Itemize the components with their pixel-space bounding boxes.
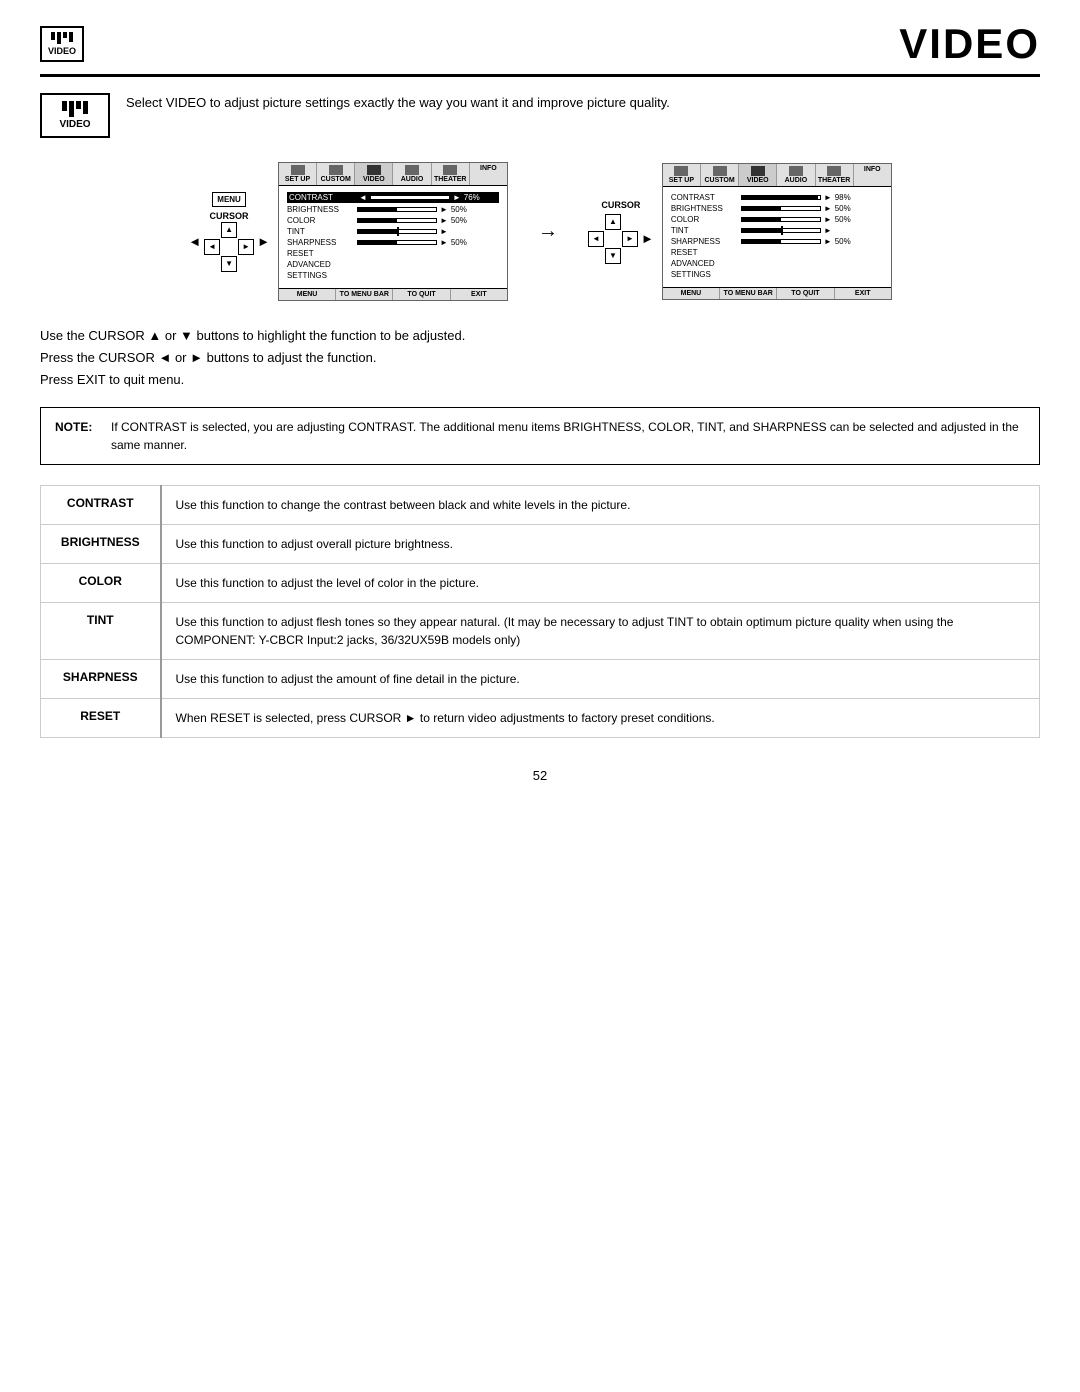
screen2-brightness-row: BRIGHTNESS ► 50% (671, 204, 883, 213)
screen2-settings-row: SETTINGS (671, 270, 883, 279)
cursor-label-left: CURSOR (210, 211, 249, 221)
fn-desc-sharpness: Use this function to adjust the amount o… (161, 660, 1040, 699)
fn-name-reset: RESET (41, 699, 161, 738)
tab-setup-2: SET UP (663, 164, 701, 186)
header: VIDEO VIDEO (40, 20, 1040, 77)
screen1-footer-menu: MENU (279, 289, 336, 300)
intro-text: Select VIDEO to adjust picture settings … (126, 93, 1040, 113)
note-box: NOTE: If CONTRAST is selected, you are a… (40, 407, 1040, 465)
screen1-color-row: COLOR ► 50% (287, 216, 499, 225)
screen2-color-row: COLOR ► 50% (671, 215, 883, 224)
fn-name-sharpness: SHARPNESS (41, 660, 161, 699)
screen1-body: CONTRAST ◄ ► 76% BRIGHTNESS ► 50% (279, 186, 507, 288)
cursor-down-right[interactable]: ▼ (605, 248, 621, 264)
tab-theater-2: THEATER (816, 164, 854, 186)
cursor-controls-left: CURSOR ▲ ◄ ► ▼ (204, 211, 254, 272)
cursor-right-left[interactable]: ► (238, 239, 254, 255)
function-row-contrast: CONTRAST Use this function to change the… (41, 486, 1040, 525)
fn-desc-color: Use this function to adjust the level of… (161, 564, 1040, 603)
fn-name-contrast: CONTRAST (41, 486, 161, 525)
screen1-sharpness-row: SHARPNESS ► 50% (287, 238, 499, 247)
tab-audio-2: AUDIO (777, 164, 815, 186)
tab-audio-1: AUDIO (393, 163, 431, 185)
function-row-color: COLOR Use this function to adjust the le… (41, 564, 1040, 603)
screen1-footer: MENU TO MENU BAR TO QUIT EXIT (279, 288, 507, 300)
screen2-footer-toquit: TO QUIT (777, 288, 834, 299)
tab-custom-1: CUSTOM (317, 163, 355, 185)
screen2-footer-menu: MENU (663, 288, 720, 299)
tab-custom-2: CUSTOM (701, 164, 739, 186)
tab-info-1: INFO (470, 163, 507, 185)
screen2-sharpness-row: SHARPNESS ► 50% (671, 237, 883, 246)
fn-name-tint: TINT (41, 603, 161, 660)
cursor-up-right[interactable]: ▲ (605, 214, 621, 230)
screen1-contrast-row: CONTRAST ◄ ► 76% (287, 192, 499, 203)
intro-icon-box: VIDEO (40, 93, 110, 138)
screen1-footer-tomenubar: TO MENU BAR (336, 289, 393, 300)
page-title: VIDEO (899, 20, 1040, 68)
cursor-down-left[interactable]: ▼ (221, 256, 237, 272)
cursor-controls-right: ▲ ◄ ► ▼ (588, 214, 638, 264)
instruction-1: Use the CURSOR ▲ or ▼ buttons to highlig… (40, 325, 1040, 347)
cursor-right-right[interactable]: ► (622, 231, 638, 247)
screen1-reset-row: RESET (287, 249, 499, 258)
screen2-contrast-row: CONTRAST ► 98% (671, 193, 883, 202)
menu-button-left[interactable]: MENU (212, 192, 246, 207)
function-table: CONTRAST Use this function to change the… (40, 485, 1040, 738)
fn-desc-reset: When RESET is selected, press CURSOR ► t… (161, 699, 1040, 738)
screen1-settings-row: SETTINGS (287, 271, 499, 280)
screen1-footer-toquit: TO QUIT (393, 289, 450, 300)
function-row-tint: TINT Use this function to adjust flesh t… (41, 603, 1040, 660)
instruction-3: Press EXIT to quit menu. (40, 369, 1040, 391)
intro-icon-label: VIDEO (59, 119, 90, 130)
screen2-footer: MENU TO MENU BAR TO QUIT EXIT (663, 287, 891, 299)
screen2: SET UP CUSTOM VIDEO AUDIO THEATER (662, 163, 892, 300)
function-row-reset: RESET When RESET is selected, press CURS… (41, 699, 1040, 738)
fn-name-brightness: BRIGHTNESS (41, 525, 161, 564)
note-label: NOTE: (55, 418, 99, 454)
screen1: SET UP CUSTOM VIDEO AUDIO THEATER (278, 162, 508, 301)
function-row-sharpness: SHARPNESS Use this function to adjust th… (41, 660, 1040, 699)
header-video-icon: VIDEO (40, 26, 84, 62)
cursor-left-left[interactable]: ◄ (204, 239, 220, 255)
screen1-tabs: SET UP CUSTOM VIDEO AUDIO THEATER (279, 163, 507, 186)
tab-theater-1: THEATER (432, 163, 470, 185)
screen2-footer-exit: EXIT (835, 288, 891, 299)
screen2-footer-tomenubar: TO MENU BAR (720, 288, 777, 299)
tab-setup-1: SET UP (279, 163, 317, 185)
cursor-up-left[interactable]: ▲ (221, 222, 237, 238)
screen1-footer-exit: EXIT (451, 289, 507, 300)
cursor-label-right: CURSOR (601, 200, 640, 210)
cursor-left-right[interactable]: ◄ (588, 231, 604, 247)
fn-desc-tint: Use this function to adjust flesh tones … (161, 603, 1040, 660)
screens-arrow: → (538, 220, 558, 243)
tab-info-2: INFO (854, 164, 891, 186)
screen2-body: CONTRAST ► 98% BRIGHTNESS ► 50% (663, 187, 891, 287)
intro-section: VIDEO Select VIDEO to adjust picture set… (40, 93, 1040, 138)
screen1-group: MENU ◄ CURSOR ▲ ◄ ► ▼ (188, 162, 508, 301)
screen1-tint-row: TINT ► (287, 227, 499, 236)
fn-name-color: COLOR (41, 564, 161, 603)
header-icon-label: VIDEO (48, 46, 76, 56)
screen2-reset-row: RESET (671, 248, 883, 257)
note-text: If CONTRAST is selected, you are adjusti… (111, 418, 1025, 454)
screen1-brightness-row: BRIGHTNESS ► 50% (287, 205, 499, 214)
screen1-advanced-row: ADVANCED (287, 260, 499, 269)
screens-section: MENU ◄ CURSOR ▲ ◄ ► ▼ (40, 162, 1040, 301)
screen2-advanced-row: ADVANCED (671, 259, 883, 268)
function-row-brightness: BRIGHTNESS Use this function to adjust o… (41, 525, 1040, 564)
instruction-2: Press the CURSOR ◄ or ► buttons to adjus… (40, 347, 1040, 369)
tab-video-2: VIDEO (739, 164, 777, 186)
page-number: 52 (40, 768, 1040, 783)
tab-video-1: VIDEO (355, 163, 393, 185)
fn-desc-brightness: Use this function to adjust overall pict… (161, 525, 1040, 564)
screen2-tabs: SET UP CUSTOM VIDEO AUDIO THEATER (663, 164, 891, 187)
instructions: Use the CURSOR ▲ or ▼ buttons to highlig… (40, 325, 1040, 391)
screen2-tint-row: TINT ► (671, 226, 883, 235)
fn-desc-contrast: Use this function to change the contrast… (161, 486, 1040, 525)
screen2-group: CURSOR ▲ ◄ ► ▼ ► (588, 163, 892, 300)
